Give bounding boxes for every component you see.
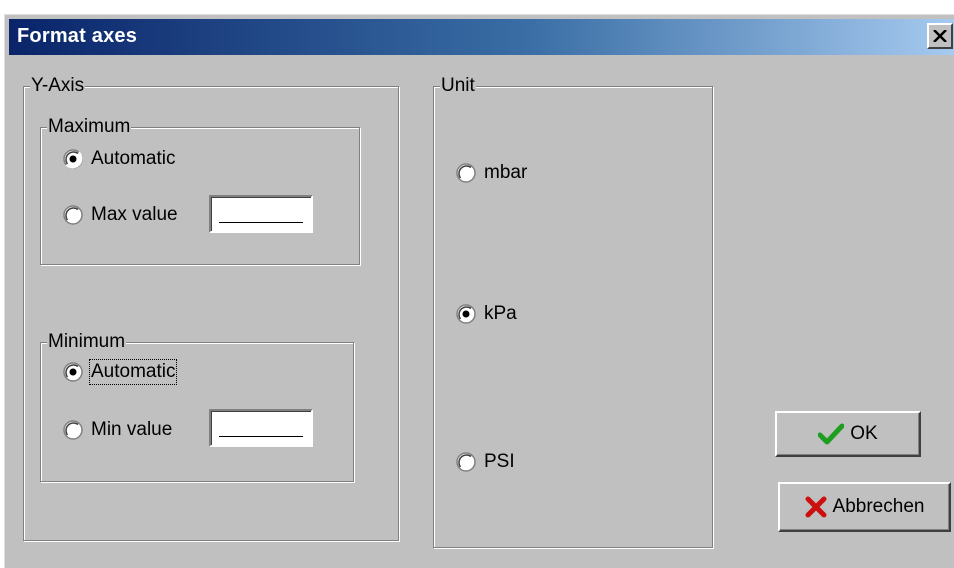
cancel-button-label: Abbrechen (832, 496, 925, 517)
minimum-group: Minimum Automatic Min value (40, 332, 354, 482)
minimum-min-value-radio[interactable]: Min value (63, 419, 172, 441)
unit-kpa-label: kPa (484, 303, 517, 324)
minimum-automatic-label: Automatic (88, 359, 178, 385)
max-value-field[interactable] (209, 195, 313, 233)
ok-button-label: OK (850, 423, 878, 444)
max-value-underline (219, 222, 303, 223)
maximum-group: Maximum Automatic Max value (40, 117, 360, 265)
y-axis-group-title: Y-Axis (30, 75, 86, 96)
maximum-automatic-label: Automatic (91, 148, 176, 169)
minimum-automatic-radio[interactable]: Automatic (63, 359, 178, 385)
maximum-automatic-radio[interactable]: Automatic (63, 148, 175, 170)
radio-checked-icon (63, 362, 83, 382)
cancel-button[interactable]: Abbrechen (778, 482, 951, 532)
min-value-underline (219, 436, 303, 437)
unit-psi-label: PSI (484, 451, 515, 472)
unit-mbar-radio[interactable]: mbar (456, 162, 527, 184)
minimum-min-value-label: Min value (91, 419, 173, 440)
unit-mbar-label: mbar (484, 162, 528, 183)
unit-group-title: Unit (440, 75, 476, 96)
y-axis-group: Y-Axis Maximum Automatic Max value Minim… (23, 76, 399, 541)
window-title: Format axes (17, 25, 138, 47)
radio-unchecked-icon (63, 205, 83, 225)
close-button[interactable] (927, 23, 953, 49)
radio-unchecked-icon (456, 452, 476, 472)
min-value-input[interactable] (217, 417, 303, 437)
unit-kpa-radio[interactable]: kPa (456, 303, 517, 325)
title-bar[interactable]: Format axes (9, 19, 954, 55)
minimum-group-title: Minimum (47, 331, 127, 352)
ok-button[interactable]: OK (775, 411, 921, 457)
unit-psi-radio[interactable]: PSI (456, 451, 515, 473)
maximum-max-value-label: Max value (91, 204, 178, 225)
max-value-input[interactable] (217, 203, 303, 223)
radio-checked-icon (63, 149, 83, 169)
radio-unchecked-icon (456, 163, 476, 183)
maximum-max-value-radio[interactable]: Max value (63, 204, 178, 226)
unit-group: Unit mbar kPa PSI (433, 76, 713, 548)
min-value-field[interactable] (209, 409, 313, 447)
format-axes-dialog: Format axes Y-Axis Maximum Automatic Max… (4, 14, 954, 568)
radio-checked-icon (456, 304, 476, 324)
radio-unchecked-icon (63, 420, 83, 440)
maximum-group-title: Maximum (47, 116, 132, 137)
x-icon (805, 496, 827, 518)
checkmark-icon (818, 423, 845, 445)
close-icon (933, 30, 947, 42)
